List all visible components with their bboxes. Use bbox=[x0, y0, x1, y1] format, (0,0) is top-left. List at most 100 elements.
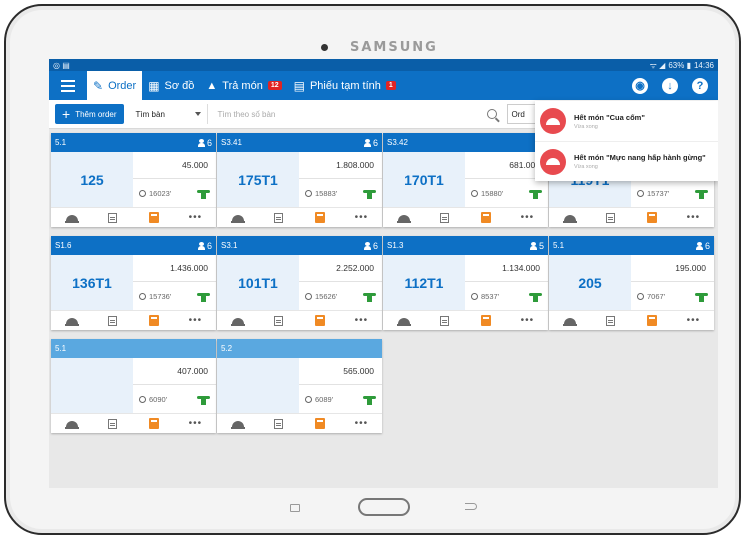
waiter-icon bbox=[695, 291, 708, 302]
table-name: 5.2 bbox=[221, 344, 233, 353]
payment-button[interactable] bbox=[466, 208, 507, 227]
status-time: 14:36 bbox=[693, 60, 714, 70]
serve-button[interactable] bbox=[549, 208, 590, 227]
edit-order-button[interactable] bbox=[258, 414, 299, 433]
table-card[interactable]: 5.1 6 205 195.000 7067' ••• bbox=[549, 236, 714, 330]
globe-icon[interactable]: ◉ bbox=[632, 77, 648, 94]
plus-icon: + bbox=[62, 106, 71, 122]
more-button[interactable]: ••• bbox=[673, 311, 714, 330]
order-amount: 407.000 bbox=[133, 358, 216, 385]
tab-label: Sơ đồ bbox=[164, 79, 195, 92]
notification-time: Vừa xong bbox=[574, 164, 598, 170]
table-card[interactable]: 5.1 407.000 6090' ••• bbox=[51, 339, 216, 433]
tab-order[interactable]: ✎ Order bbox=[87, 71, 143, 100]
table-card-body: 112T1 1.134.000 8537' bbox=[383, 255, 548, 310]
table-card[interactable]: 5.2 565.000 6089' ••• bbox=[217, 339, 382, 433]
table-card-header: S3.42 bbox=[383, 133, 548, 152]
edit-order-button[interactable] bbox=[258, 208, 299, 227]
table-card[interactable]: S3.41 6 175T1 1.808.000 15883' ••• bbox=[217, 133, 382, 227]
edit-order-button[interactable] bbox=[92, 311, 133, 330]
table-card-actions: ••• bbox=[217, 413, 382, 433]
edit-order-button[interactable] bbox=[258, 311, 299, 330]
notification-text: Hết món "Cua cốm" Vừa xong bbox=[574, 113, 645, 130]
order-code: 112T1 bbox=[383, 255, 465, 310]
clock-icon bbox=[139, 292, 146, 300]
order-duration-value: 16023' bbox=[149, 188, 172, 198]
more-button[interactable]: ••• bbox=[341, 208, 382, 227]
more-button[interactable]: ••• bbox=[341, 311, 382, 330]
table-card-actions: ••• bbox=[549, 310, 714, 330]
tab-so-do[interactable]: ▦ Sơ đồ bbox=[142, 71, 200, 100]
order-duration-value: 15883' bbox=[315, 188, 338, 198]
edit-order-button[interactable] bbox=[92, 414, 133, 433]
more-button[interactable]: ••• bbox=[341, 414, 382, 433]
table-card[interactable]: S1.3 5 112T1 1.134.000 8537' ••• bbox=[383, 236, 548, 330]
payment-button[interactable] bbox=[134, 208, 175, 227]
waiter-icon bbox=[363, 394, 376, 405]
edit-icon: ✎ bbox=[93, 78, 104, 93]
notification-time: Vừa xong bbox=[574, 123, 598, 130]
edit-order-button[interactable] bbox=[590, 208, 631, 227]
more-icon: ••• bbox=[354, 315, 369, 326]
order-duration-value: 7067' bbox=[647, 291, 666, 301]
serve-button[interactable] bbox=[383, 311, 424, 330]
payment-button[interactable] bbox=[632, 208, 673, 227]
table-card-header: S3.1 6 bbox=[217, 236, 382, 255]
menu-icon[interactable] bbox=[49, 71, 87, 100]
guest-count-value: 6 bbox=[206, 240, 212, 251]
table-card-body: 565.000 6089' bbox=[217, 358, 382, 413]
serve-button[interactable] bbox=[217, 208, 258, 227]
table-card[interactable]: S3.42 170T1 681.000 15880' ••• bbox=[383, 133, 548, 227]
order-meta: 15737' bbox=[631, 179, 714, 207]
search-icon[interactable] bbox=[486, 109, 497, 119]
serve-button[interactable] bbox=[383, 208, 424, 227]
edit-order-button[interactable] bbox=[590, 311, 631, 330]
brand-logo: SAMSUNG bbox=[350, 40, 438, 55]
edit-order-button[interactable] bbox=[92, 208, 133, 227]
more-button[interactable]: ••• bbox=[175, 311, 216, 330]
more-button[interactable]: ••• bbox=[507, 311, 548, 330]
edit-order-button[interactable] bbox=[424, 311, 465, 330]
serve-button[interactable] bbox=[51, 311, 92, 330]
more-button[interactable]: ••• bbox=[175, 414, 216, 433]
notification-item[interactable]: Hết món "Mực nang hấp hành gừng" Vừa xon… bbox=[535, 141, 718, 181]
serve-button[interactable] bbox=[549, 311, 590, 330]
tab-tra-mon[interactable]: ▲ Trả món 12 bbox=[200, 71, 287, 100]
payment-button[interactable] bbox=[134, 311, 175, 330]
camera bbox=[321, 44, 328, 51]
tab-phieu-tam-tinh[interactable]: ▤ Phiếu tạm tính 1 bbox=[288, 71, 402, 100]
more-button[interactable]: ••• bbox=[507, 208, 548, 227]
table-card-header: S1.6 6 bbox=[51, 236, 216, 255]
notification-title: Hết món "Cua cốm" bbox=[574, 112, 645, 122]
serve-button[interactable] bbox=[217, 414, 258, 433]
payment-button[interactable] bbox=[632, 311, 673, 330]
table-card[interactable]: S3.1 6 101T1 2.252.000 15626' ••• bbox=[217, 236, 382, 330]
table-card[interactable]: S1.6 6 136T1 1.436.000 15736' ••• bbox=[51, 236, 216, 330]
help-icon[interactable]: ? bbox=[692, 77, 708, 94]
order-meta: 7067' bbox=[631, 282, 714, 310]
cloud-download-icon[interactable]: ↓ bbox=[662, 77, 678, 94]
back-icon[interactable] bbox=[465, 503, 477, 510]
notification-item[interactable]: Hết món "Cua cốm" Vừa xong bbox=[535, 101, 718, 141]
home-button[interactable] bbox=[358, 498, 410, 516]
search-input[interactable]: Tìm theo số bàn bbox=[214, 104, 501, 124]
order-duration: 6089' bbox=[305, 395, 333, 404]
clock-icon bbox=[471, 189, 478, 197]
order-info: 1.436.000 15736' bbox=[133, 255, 216, 310]
serve-button[interactable] bbox=[217, 311, 258, 330]
serve-button[interactable] bbox=[51, 414, 92, 433]
payment-button[interactable] bbox=[300, 311, 341, 330]
add-order-button[interactable]: + Thêm order bbox=[55, 104, 124, 124]
recent-apps-icon[interactable] bbox=[290, 504, 300, 512]
payment-button[interactable] bbox=[134, 414, 175, 433]
payment-button[interactable] bbox=[300, 208, 341, 227]
more-button[interactable]: ••• bbox=[673, 208, 714, 227]
payment-button[interactable] bbox=[300, 414, 341, 433]
edit-order-button[interactable] bbox=[424, 208, 465, 227]
table-card[interactable]: 5.1 6 125 45.000 16023' ••• bbox=[51, 133, 216, 227]
notepad-icon bbox=[274, 315, 284, 326]
payment-button[interactable] bbox=[466, 311, 507, 330]
table-filter-select[interactable]: Tìm bàn bbox=[130, 104, 208, 124]
serve-button[interactable] bbox=[51, 208, 92, 227]
more-button[interactable]: ••• bbox=[175, 208, 216, 227]
